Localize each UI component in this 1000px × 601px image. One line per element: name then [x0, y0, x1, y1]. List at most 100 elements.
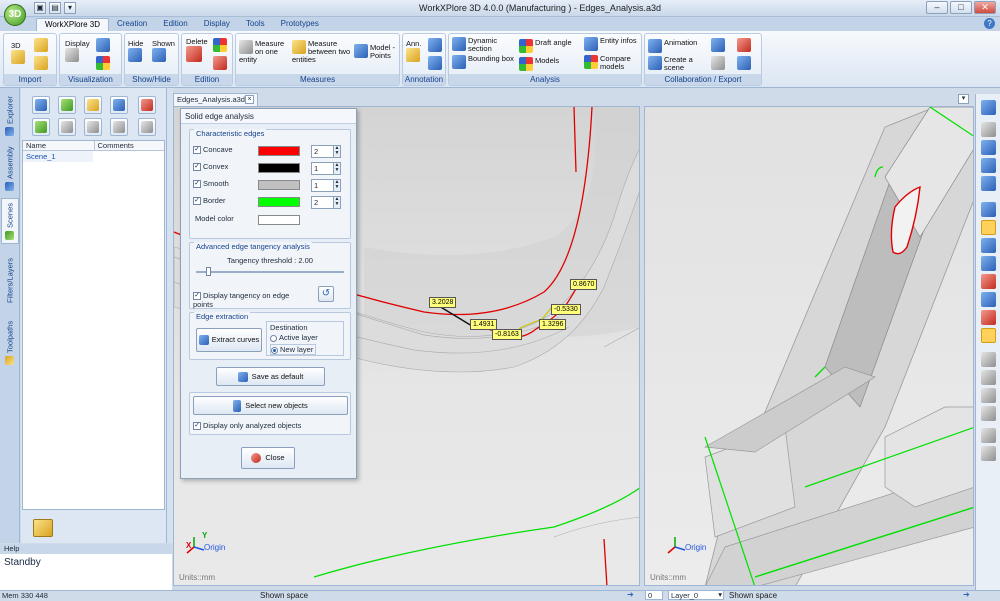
concave-color-swatch[interactable]	[258, 146, 300, 156]
scene-prev-icon[interactable]	[84, 118, 102, 136]
layout-single-icon[interactable]	[981, 352, 996, 367]
tab-workxplore[interactable]: WorkXPlore 3D	[36, 18, 109, 31]
tab-scenes[interactable]: Scenes	[1, 198, 19, 244]
chevron-down-icon[interactable]: ▾	[718, 590, 722, 599]
display-button[interactable]: Display	[65, 40, 90, 62]
concave-width-spinner[interactable]: 2 ▲ ▼	[311, 145, 341, 158]
view-front-icon[interactable]	[981, 238, 996, 253]
import-3d-button[interactable]: 3D	[11, 42, 25, 64]
share-button[interactable]	[711, 56, 725, 70]
save-folder-button[interactable]	[34, 56, 48, 70]
bounding-box-button[interactable]: Bounding box	[452, 55, 514, 69]
model-points-button[interactable]: Model - Points	[354, 44, 399, 60]
folder-icon[interactable]	[33, 519, 53, 537]
shown-button[interactable]: Shown	[152, 40, 175, 62]
model-color-swatch[interactable]	[258, 215, 300, 225]
view-active-icon[interactable]	[981, 220, 996, 235]
delete-button[interactable]: Delete	[186, 38, 208, 62]
note-icon[interactable]	[84, 96, 102, 114]
display-tangency-checkbox[interactable]: ✓	[193, 292, 201, 301]
target-icon[interactable]	[981, 446, 996, 461]
dimension-button[interactable]	[428, 38, 442, 52]
view-top-icon[interactable]	[981, 256, 996, 271]
chevron-down-icon[interactable]: ▾	[958, 94, 969, 104]
apply-scene-icon[interactable]	[32, 118, 50, 136]
cube-view-button[interactable]	[96, 38, 110, 52]
col-comments[interactable]: Comments	[95, 141, 165, 150]
col-name[interactable]: Name	[23, 141, 95, 150]
export-button[interactable]	[711, 38, 725, 52]
minimize-button[interactable]: –	[926, 1, 948, 14]
open-folder-button[interactable]	[34, 38, 48, 52]
layer-select[interactable]: Layer_0 ▾	[668, 590, 724, 600]
convex-color-swatch[interactable]	[258, 163, 300, 173]
tab-edition[interactable]: Edition	[155, 18, 195, 31]
scene-last-icon[interactable]	[138, 118, 156, 136]
select-new-objects-button[interactable]: Select new objects	[193, 396, 348, 415]
animation-button[interactable]: Animation	[648, 39, 708, 53]
publish-button[interactable]	[737, 56, 751, 70]
delete-scene-icon[interactable]	[138, 96, 156, 114]
view-bottom-icon[interactable]	[981, 310, 996, 325]
tab-tools[interactable]: Tools	[238, 18, 273, 31]
edit-tools-button[interactable]	[213, 56, 227, 70]
tab-prototypes[interactable]: Prototypes	[273, 18, 327, 31]
viewport-right[interactable]: Origin Units::mm	[644, 106, 974, 586]
concave-checkbox[interactable]: ✓	[193, 146, 201, 155]
entity-infos-button[interactable]: Entity infos	[584, 37, 642, 51]
save-export-button[interactable]	[737, 38, 751, 52]
view-iso-icon[interactable]	[981, 202, 996, 217]
zoom-out-icon[interactable]	[981, 158, 996, 173]
border-checkbox[interactable]: ✓	[193, 197, 201, 206]
layer-number-field[interactable]: 0	[645, 590, 663, 600]
layout-horizontal-icon[interactable]	[981, 370, 996, 385]
close-window-button[interactable]: ✕	[974, 1, 996, 14]
tangency-slider-track[interactable]	[196, 271, 344, 273]
camera-icon[interactable]	[58, 118, 76, 136]
view-right-icon[interactable]	[981, 274, 996, 289]
annotation-button[interactable]: Ann.	[406, 40, 421, 62]
arrow-right-icon[interactable]: ➔	[963, 590, 973, 600]
edit-blocks-button[interactable]	[213, 38, 227, 52]
zoom-icon[interactable]	[981, 122, 996, 137]
spinner-arrows-icon[interactable]: ▲ ▼	[333, 163, 340, 174]
tab-filters-layers[interactable]: Filters/Layers	[1, 248, 19, 312]
tab-toolpaths[interactable]: Toolpaths	[1, 316, 19, 370]
view-cube-icon[interactable]	[981, 100, 996, 115]
active-layer-radio[interactable]: Active layer	[270, 333, 318, 342]
hide-button[interactable]: Hide	[128, 40, 143, 62]
dynamic-section-button[interactable]: Dynamic section	[452, 37, 514, 53]
help-icon[interactable]: ?	[984, 18, 995, 29]
refresh-button[interactable]: ↺	[318, 286, 334, 302]
draft-angle-button[interactable]: Draft angle	[519, 39, 581, 53]
spinner-arrows-icon[interactable]: ▲ ▼	[333, 180, 340, 191]
border-color-swatch[interactable]	[258, 197, 300, 207]
tangency-slider-thumb[interactable]	[205, 267, 211, 276]
tab-explorer[interactable]: Explorer	[1, 92, 19, 140]
grid-icon[interactable]	[981, 428, 996, 443]
display-only-checkbox[interactable]: ✓	[193, 422, 201, 431]
compare-models-button[interactable]: Compare models	[584, 55, 642, 71]
save-as-default-button[interactable]: Save as default	[216, 367, 325, 386]
edit-scene-icon[interactable]	[58, 96, 76, 114]
border-width-spinner[interactable]: 2 ▲ ▼	[311, 196, 341, 209]
convex-checkbox[interactable]: ✓	[193, 163, 201, 172]
text-annotation-button[interactable]	[428, 56, 442, 70]
scene-next-icon[interactable]	[110, 118, 128, 136]
table-row[interactable]: Scene_1	[23, 151, 93, 162]
layout-vertical-icon[interactable]	[981, 406, 996, 421]
render-button[interactable]	[96, 56, 110, 70]
models-button[interactable]: Models	[519, 57, 581, 71]
tab-creation[interactable]: Creation	[109, 18, 155, 31]
dropdown-icon[interactable]: ▾	[64, 2, 76, 14]
view-settings-icon[interactable]	[981, 328, 996, 343]
close-icon[interactable]: ×	[245, 95, 254, 104]
close-button[interactable]: Close	[241, 447, 295, 469]
spinner-arrows-icon[interactable]: ▲ ▼	[333, 197, 340, 208]
create-scene-button[interactable]: Create a scene	[648, 56, 708, 72]
tab-display[interactable]: Display	[196, 18, 238, 31]
smooth-color-swatch[interactable]	[258, 180, 300, 190]
layout-three-icon[interactable]	[981, 388, 996, 403]
measure-between-button[interactable]: Measure between two entities	[292, 40, 354, 64]
measure-one-entity-button[interactable]: Measure on one entity	[239, 40, 289, 64]
